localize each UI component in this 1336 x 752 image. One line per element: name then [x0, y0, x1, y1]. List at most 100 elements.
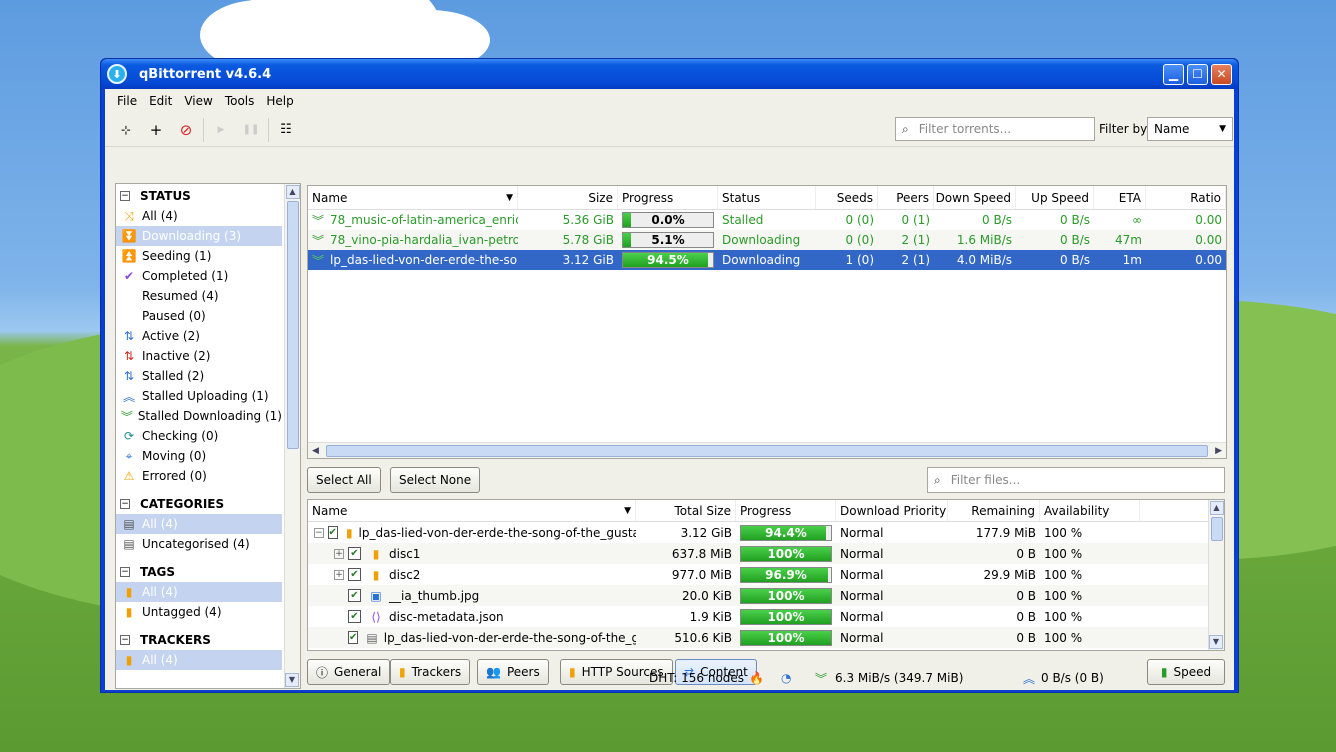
category-uncategorised[interactable]: ▤ Uncategorised (4)	[116, 534, 282, 554]
select-all-button[interactable]: Select All	[307, 467, 381, 493]
status-stalled-uploading[interactable]: ︽ Stalled Uploading (1)	[116, 386, 282, 406]
col-ratio[interactable]: Ratio	[1146, 186, 1226, 209]
col-availability[interactable]: Availability	[1040, 500, 1140, 521]
col-up-speed[interactable]: Up Speed	[1016, 186, 1094, 209]
tag-untagged[interactable]: ▮ Untagged (4)	[116, 602, 282, 622]
col-priority[interactable]: Download Priority	[836, 500, 948, 521]
scroll-up-icon[interactable]: ▲	[285, 185, 300, 199]
connection-status-icon[interactable]: 🔥	[749, 671, 764, 685]
options-button[interactable]: ☷	[271, 116, 301, 144]
file-priority[interactable]: Normal	[836, 631, 948, 645]
file-row[interactable]: ✔ ▣ __ia_thumb.jpg 20.0 KiB 100% Normal 0 …	[308, 585, 1224, 606]
file-row[interactable]: ✔ ⟨⟩ disc-metadata.json 1.9 KiB 100% Norma…	[308, 606, 1224, 627]
status-stalled[interactable]: ⇅ Stalled (2)	[116, 366, 282, 386]
pause-button[interactable]: ❚❚	[236, 116, 266, 144]
file-priority[interactable]: Normal	[836, 547, 948, 561]
minimize-button[interactable]: ▁	[1163, 63, 1184, 85]
close-button[interactable]: ✕	[1211, 63, 1232, 85]
expand-icon[interactable]: +	[334, 569, 344, 580]
status-inactive[interactable]: ⇅ Inactive (2)	[116, 346, 282, 366]
title-bar[interactable]: ⬇ qBittorrent v4.6.4 ▁ ☐ ✕	[101, 59, 1238, 89]
file-checkbox[interactable]: ✔	[348, 547, 361, 560]
collapse-icon[interactable]: −	[314, 527, 324, 538]
torrent-row-selected[interactable]: ︾ lp_das-lied-von-der-erde-the-son... 3.1…	[308, 250, 1226, 270]
file-priority[interactable]: Normal	[836, 568, 948, 582]
file-checkbox[interactable]: ✔	[348, 610, 361, 623]
tags-section-header[interactable]: − TAGS	[116, 560, 300, 582]
file-priority[interactable]: Normal	[836, 610, 948, 624]
torrent-row[interactable]: ︾ 78_vino-pia-hardalia_ivan-petrof... 5.7…	[308, 230, 1226, 250]
scroll-thumb[interactable]	[286, 201, 299, 449]
window-title: qBittorrent v4.6.4	[139, 66, 272, 82]
status-errored[interactable]: ⚠ Errored (0)	[116, 466, 282, 486]
file-row[interactable]: + ✔ ▮ disc2 977.0 MiB 96.9% Normal 29.9 MiB…	[308, 564, 1224, 585]
menu-file[interactable]: File	[111, 94, 143, 108]
sidebar-scrollbar[interactable]: ▲ ▼	[284, 184, 300, 688]
status-active[interactable]: ⇅ Active (2)	[116, 326, 282, 346]
status-stalled-downloading[interactable]: ︾ Stalled Downloading (1)	[116, 406, 282, 426]
torrent-status: Downloading	[722, 253, 801, 267]
trackers-section-header[interactable]: − TRACKERS	[116, 628, 300, 650]
status-moving[interactable]: ⌖ Moving (0)	[116, 446, 282, 466]
file-row[interactable]: ✔ ▤ lp_das-lied-von-der-erde-the-song-of-t…	[308, 627, 1224, 648]
expand-icon[interactable]: +	[334, 548, 344, 559]
file-priority[interactable]: Normal	[836, 526, 948, 540]
status-resumed[interactable]: Resumed (4)	[116, 286, 282, 306]
file-checkbox[interactable]: ✔	[348, 568, 361, 581]
col-file-name[interactable]: Name ▼	[308, 500, 636, 521]
alt-speed-icon[interactable]: ◔	[781, 671, 791, 685]
scroll-right-icon[interactable]: ▶	[1215, 446, 1222, 456]
col-down-speed[interactable]: Down Speed	[934, 186, 1016, 209]
col-eta[interactable]: ETA	[1094, 186, 1146, 209]
categories-section-header[interactable]: − CATEGORIES	[116, 492, 300, 514]
add-link-button[interactable]: ⊹	[111, 116, 141, 144]
file-checkbox[interactable]: ✔	[348, 589, 361, 602]
scroll-left-icon[interactable]: ◀	[312, 446, 319, 456]
download-speed[interactable]: 6.3 MiB/s (349.7 MiB)	[835, 671, 963, 685]
add-torrent-button[interactable]: +	[141, 116, 171, 144]
menu-help[interactable]: Help	[260, 94, 299, 108]
file-row[interactable]: + ✔ ▮ disc1 637.8 MiB 100% Normal 0 B 100 %	[308, 543, 1224, 564]
col-peers[interactable]: Peers	[878, 186, 934, 209]
scroll-thumb[interactable]	[1210, 517, 1223, 541]
status-downloading[interactable]: ⏬ Downloading (3)	[116, 226, 282, 246]
col-name[interactable]: Name ▼	[308, 186, 518, 209]
status-checking[interactable]: ⟳ Checking (0)	[116, 426, 282, 446]
torrent-list-hscrollbar[interactable]: ◀ ▶	[308, 442, 1226, 458]
tag-all[interactable]: ▮ All (4)	[116, 582, 282, 602]
delete-button[interactable]: ⊘	[171, 116, 201, 144]
col-status[interactable]: Status	[718, 186, 816, 209]
status-paused[interactable]: Paused (0)	[116, 306, 282, 326]
file-remaining: 0 B	[1016, 630, 1036, 645]
status-section-header[interactable]: − STATUS	[116, 184, 300, 206]
scroll-up-icon[interactable]: ▲	[1209, 501, 1224, 515]
filter-by-select[interactable]: Name ▼	[1147, 117, 1233, 141]
col-size[interactable]: Size	[518, 186, 618, 209]
scroll-thumb[interactable]	[326, 445, 1208, 457]
menu-view[interactable]: View	[178, 94, 218, 108]
files-filter-input[interactable]: ⌕ Filter files...	[927, 467, 1225, 493]
scroll-down-icon[interactable]: ▼	[1209, 635, 1223, 649]
torrent-row[interactable]: ︾ 78_music-of-latin-america_enric-... 5.3…	[308, 210, 1226, 230]
file-checkbox[interactable]: ✔	[348, 631, 359, 644]
col-progress[interactable]: Progress	[618, 186, 718, 209]
col-total-size[interactable]: Total Size	[636, 500, 736, 521]
upload-speed[interactable]: 0 B/s (0 B)	[1041, 671, 1104, 685]
resume-button[interactable]: ▶	[206, 116, 236, 144]
menu-tools[interactable]: Tools	[219, 94, 261, 108]
maximize-button[interactable]: ☐	[1187, 63, 1208, 85]
col-remaining[interactable]: Remaining	[948, 500, 1040, 521]
col-seeds[interactable]: Seeds	[816, 186, 878, 209]
file-checkbox[interactable]: ✔	[327, 526, 338, 539]
torrent-filter-input[interactable]: ⌕ Filter torrents...	[895, 117, 1095, 141]
category-all[interactable]: ▤ All (4)	[116, 514, 282, 534]
status-all[interactable]: ⤨ All (4)	[116, 206, 282, 226]
file-row[interactable]: − ✔ ▮ lp_das-lied-von-der-erde-the-song-of-…	[308, 522, 1224, 543]
select-none-button[interactable]: Select None	[390, 467, 481, 493]
status-seeding[interactable]: ⏫ Seeding (1)	[116, 246, 282, 266]
file-tree-scrollbar[interactable]: ▲ ▼	[1208, 500, 1224, 650]
menu-edit[interactable]: Edit	[143, 94, 178, 108]
status-completed[interactable]: ✔ Completed (1)	[116, 266, 282, 286]
col-file-progress[interactable]: Progress	[736, 500, 836, 521]
file-priority[interactable]: Normal	[836, 589, 948, 603]
